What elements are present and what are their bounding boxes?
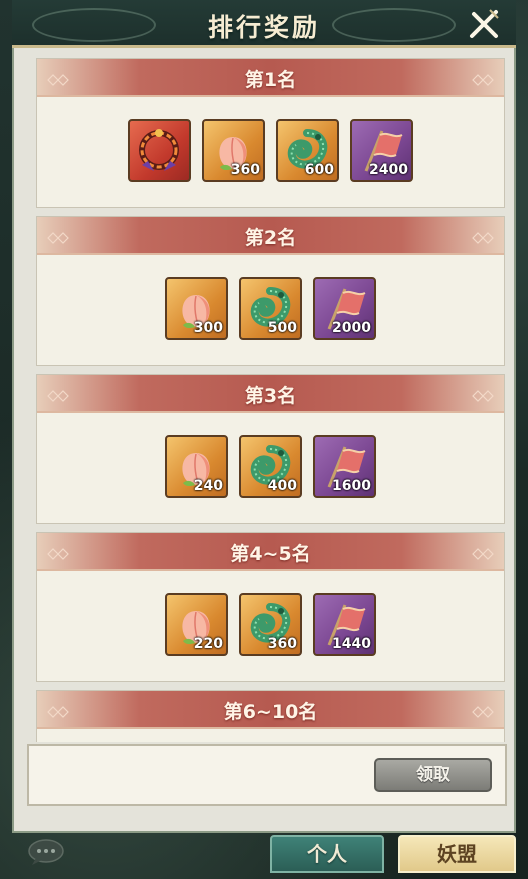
rank-header: 第3名 xyxy=(37,375,504,413)
item-quantity: 2000 xyxy=(332,320,371,336)
ornament-icon xyxy=(472,387,494,402)
item-quantity: 400 xyxy=(267,478,297,494)
item-quantity: 360 xyxy=(267,636,297,652)
tab-alliance[interactable]: 妖盟 xyxy=(398,835,516,873)
rank-card: 第4~5名 220 360 1440 xyxy=(36,532,505,682)
page-title: 排行奖励 xyxy=(207,13,320,42)
item-quantity: 240 xyxy=(193,478,223,494)
close-button[interactable] xyxy=(466,6,502,42)
rank-card: 第3名 240 400 1600 xyxy=(36,374,505,524)
item-quantity: 500 xyxy=(267,320,297,336)
reward-item[interactable] xyxy=(128,119,191,182)
rank-card: 第6~10名 xyxy=(36,690,505,742)
reward-item[interactable]: 400 xyxy=(239,435,302,498)
title-bar: 排行奖励 xyxy=(12,0,516,48)
ornament-icon xyxy=(472,703,494,718)
close-icon xyxy=(470,9,499,38)
rank-card: 第1名 360 600 2400 xyxy=(36,58,505,208)
item-quantity: 220 xyxy=(193,636,223,652)
rank-label: 第4~5名 xyxy=(230,543,311,565)
ornament-icon xyxy=(472,229,494,244)
reward-item[interactable]: 360 xyxy=(202,119,265,182)
rank-label: 第6~10名 xyxy=(223,701,318,723)
reward-item[interactable]: 2000 xyxy=(313,277,376,340)
rank-header: 第2名 xyxy=(37,217,504,255)
rank-reward-list[interactable]: 第1名 360 600 2400 第2名 300 500 2000 第3名 240 400 1600 第… xyxy=(26,54,506,742)
item-quantity: 600 xyxy=(304,162,334,178)
item-quantity: 1600 xyxy=(332,478,371,494)
claim-button[interactable]: 领取 xyxy=(374,758,492,792)
item-quantity: 2400 xyxy=(369,162,408,178)
reward-items: 300 500 2000 xyxy=(37,277,504,341)
reward-item[interactable]: 360 xyxy=(239,593,302,656)
tab-personal[interactable]: 个人 xyxy=(270,835,384,873)
ornament-icon xyxy=(472,545,494,560)
reward-item[interactable]: 2400 xyxy=(350,119,413,182)
reward-item[interactable]: 1600 xyxy=(313,435,376,498)
ornament-icon xyxy=(472,71,494,86)
reward-item[interactable]: 1440 xyxy=(313,593,376,656)
rank-header: 第4~5名 xyxy=(37,533,504,571)
rank-card: 第2名 300 500 2000 xyxy=(36,216,505,366)
rank-label: 第2名 xyxy=(244,227,297,249)
item-quantity: 300 xyxy=(193,320,223,336)
reward-item[interactable]: 240 xyxy=(165,435,228,498)
rank-header: 第1名 xyxy=(37,59,504,97)
item-quantity: 1440 xyxy=(332,636,371,652)
reward-items: 220 360 1440 xyxy=(37,593,504,657)
chat-icon[interactable] xyxy=(26,838,66,866)
rank-header: 第6~10名 xyxy=(37,691,504,729)
rank-label: 第1名 xyxy=(244,69,297,91)
reward-item[interactable]: 600 xyxy=(276,119,339,182)
item-quantity: 360 xyxy=(230,162,260,178)
reward-items: 240 400 1600 xyxy=(37,435,504,499)
reward-item[interactable]: 300 xyxy=(165,277,228,340)
rank-label: 第3名 xyxy=(244,385,297,407)
reward-items: 360 600 2400 xyxy=(37,119,504,183)
reward-item[interactable]: 220 xyxy=(165,593,228,656)
reward-item[interactable]: 500 xyxy=(239,277,302,340)
